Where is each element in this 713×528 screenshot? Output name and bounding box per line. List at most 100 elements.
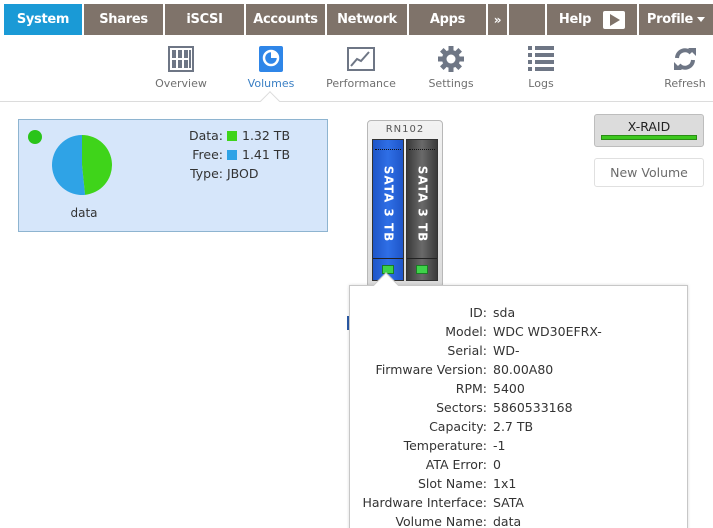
- disk-info-key: Volume Name:: [395, 514, 487, 528]
- chassis-model: RN102: [385, 124, 425, 135]
- tab-accounts[interactable]: Accounts: [246, 4, 326, 35]
- disk-info-value: WD-: [493, 343, 520, 358]
- subnav-logs[interactable]: Logs: [496, 44, 586, 90]
- refresh-icon: [670, 44, 700, 74]
- volume-type-row: Type: JBOD: [169, 164, 290, 183]
- disk-info-row: Sectors: 5860533168: [350, 398, 689, 417]
- disk-info-row: Temperature: -1: [350, 436, 689, 455]
- active-tab-pointer: [260, 91, 280, 111]
- disk-info-row: Slot Name: 1x1: [350, 474, 689, 493]
- disk-bay-2[interactable]: SATA 3 TB: [406, 139, 438, 281]
- play-icon: [603, 10, 626, 29]
- tab-spacer: [509, 4, 546, 35]
- disk-info-key: ATA Error:: [425, 457, 487, 472]
- tab-more-button[interactable]: »: [488, 4, 508, 35]
- volume-free-row: Free: 1.41 TB: [169, 145, 290, 164]
- disk-info-value: WDC WD30EFRX-: [493, 324, 602, 339]
- disk-info-value: 5860533168: [493, 400, 573, 415]
- volume-info: Data: 1.32 TB Free: 1.41 TB Type: JBOD: [169, 126, 290, 183]
- profile-menu[interactable]: Profile: [639, 4, 713, 35]
- xraid-button[interactable]: X-RAID: [594, 114, 704, 147]
- disk-info-key: Serial:: [447, 343, 487, 358]
- help-label: Help: [558, 12, 592, 27]
- disk-info-value: sda: [493, 305, 516, 320]
- performance-chart-icon: [346, 44, 376, 74]
- data-swatch: [227, 130, 237, 141]
- disk-info-row: Serial: WD-: [350, 341, 689, 360]
- disk-info-value: 1x1: [493, 476, 517, 491]
- subnav-performance[interactable]: Performance: [316, 44, 406, 90]
- disk-info-key: Hardware Interface:: [362, 495, 488, 510]
- type-label: Type:: [190, 166, 223, 181]
- free-value: 1.41 TB: [242, 147, 291, 162]
- disk-info-value: 2.7 TB: [493, 419, 534, 434]
- subnav-performance-label: Performance: [326, 77, 396, 90]
- nas-chassis: RN102 SATA 3 TB SATA 3 TB: [367, 120, 443, 288]
- xraid-label: X-RAID: [627, 119, 671, 134]
- profile-label: Profile: [646, 12, 694, 27]
- tab-system[interactable]: System: [4, 4, 83, 35]
- subnav-overview[interactable]: Overview: [136, 44, 226, 90]
- disk-info-key: Temperature:: [403, 438, 487, 453]
- pie-slice-data: [82, 135, 112, 195]
- tab-shares[interactable]: Shares: [84, 4, 164, 35]
- tab-apps[interactable]: Apps: [409, 4, 487, 35]
- chevron-down-icon: [697, 17, 706, 22]
- disk-info-key: Firmware Version:: [375, 362, 487, 377]
- subnav-refresh-label: Refresh: [664, 77, 706, 90]
- help-button[interactable]: Help: [547, 4, 638, 35]
- disk-info-key: Capacity:: [429, 419, 487, 434]
- disk-info-value: data: [493, 514, 522, 528]
- disk-info-value: -1: [493, 438, 506, 453]
- subnav-settings-label: Settings: [428, 77, 474, 90]
- data-label: Data:: [188, 128, 223, 143]
- disk-info-row: Volume Name: data: [350, 512, 689, 528]
- disk-info-value: SATA: [493, 495, 524, 510]
- disk-bay-1[interactable]: SATA 3 TB: [372, 139, 404, 281]
- subnav-settings[interactable]: Settings: [406, 44, 496, 90]
- type-value: JBOD: [227, 166, 259, 181]
- disk-info-value: 0: [493, 457, 501, 472]
- bay-1-label: SATA 3 TB: [381, 165, 396, 243]
- volume-name: data: [70, 206, 98, 220]
- disk-info-row: ID: sda: [350, 303, 689, 322]
- disk-info-value: 5400: [493, 381, 525, 396]
- overview-grid-icon: [166, 44, 196, 74]
- bay-2-label: SATA 3 TB: [415, 165, 430, 243]
- subnav-volumes[interactable]: Volumes: [226, 44, 316, 90]
- free-swatch: [227, 149, 237, 160]
- disk-led-icon: [416, 265, 428, 274]
- gear-icon: [436, 44, 466, 74]
- subnav-volumes-label: Volumes: [247, 77, 295, 90]
- volumes-pie-icon: [256, 44, 286, 74]
- disk-info-key: Model:: [445, 324, 487, 339]
- xraid-status-bar: [601, 135, 697, 140]
- volume-data-row: Data: 1.32 TB: [169, 126, 290, 145]
- pie-slice-free: [52, 135, 86, 195]
- data-value: 1.32 TB: [242, 128, 291, 143]
- free-label: Free:: [192, 147, 223, 162]
- disk-info-key: ID:: [469, 305, 487, 320]
- volume-usage-pie: [52, 135, 112, 195]
- disk-info-key: RPM:: [455, 381, 487, 396]
- volume-card[interactable]: data Data: 1.32 TB Free: 1.41 TB Type: J…: [18, 119, 328, 232]
- bay-vent: [409, 142, 435, 150]
- bay-vent: [375, 142, 401, 150]
- new-volume-button[interactable]: New Volume: [594, 158, 704, 187]
- disk-info-row: Capacity: 2.7 TB: [350, 417, 689, 436]
- disk-info-row: Model: WDC WD30EFRX-: [350, 322, 689, 341]
- top-nav: System Shares iSCSI Accounts Network App…: [0, 4, 713, 35]
- disk-info-row: Firmware Version: 80.00A80: [350, 360, 689, 379]
- tab-iscsi[interactable]: iSCSI: [165, 4, 245, 35]
- disk-info-value: 80.00A80: [493, 362, 554, 377]
- disk-info-key: Sectors:: [436, 400, 487, 415]
- sub-nav: Overview Volumes Performance Settings Lo…: [0, 44, 713, 111]
- disk-info-row: RPM: 5400: [350, 379, 689, 398]
- volume-status-indicator: [28, 130, 42, 144]
- subnav-overview-label: Overview: [155, 77, 207, 90]
- tab-network[interactable]: Network: [327, 4, 408, 35]
- refresh-button[interactable]: Refresh: [640, 44, 713, 90]
- disk-info-row: ATA Error: 0: [350, 455, 689, 474]
- disk-info-key: Slot Name:: [417, 476, 487, 491]
- list-icon: [526, 44, 556, 74]
